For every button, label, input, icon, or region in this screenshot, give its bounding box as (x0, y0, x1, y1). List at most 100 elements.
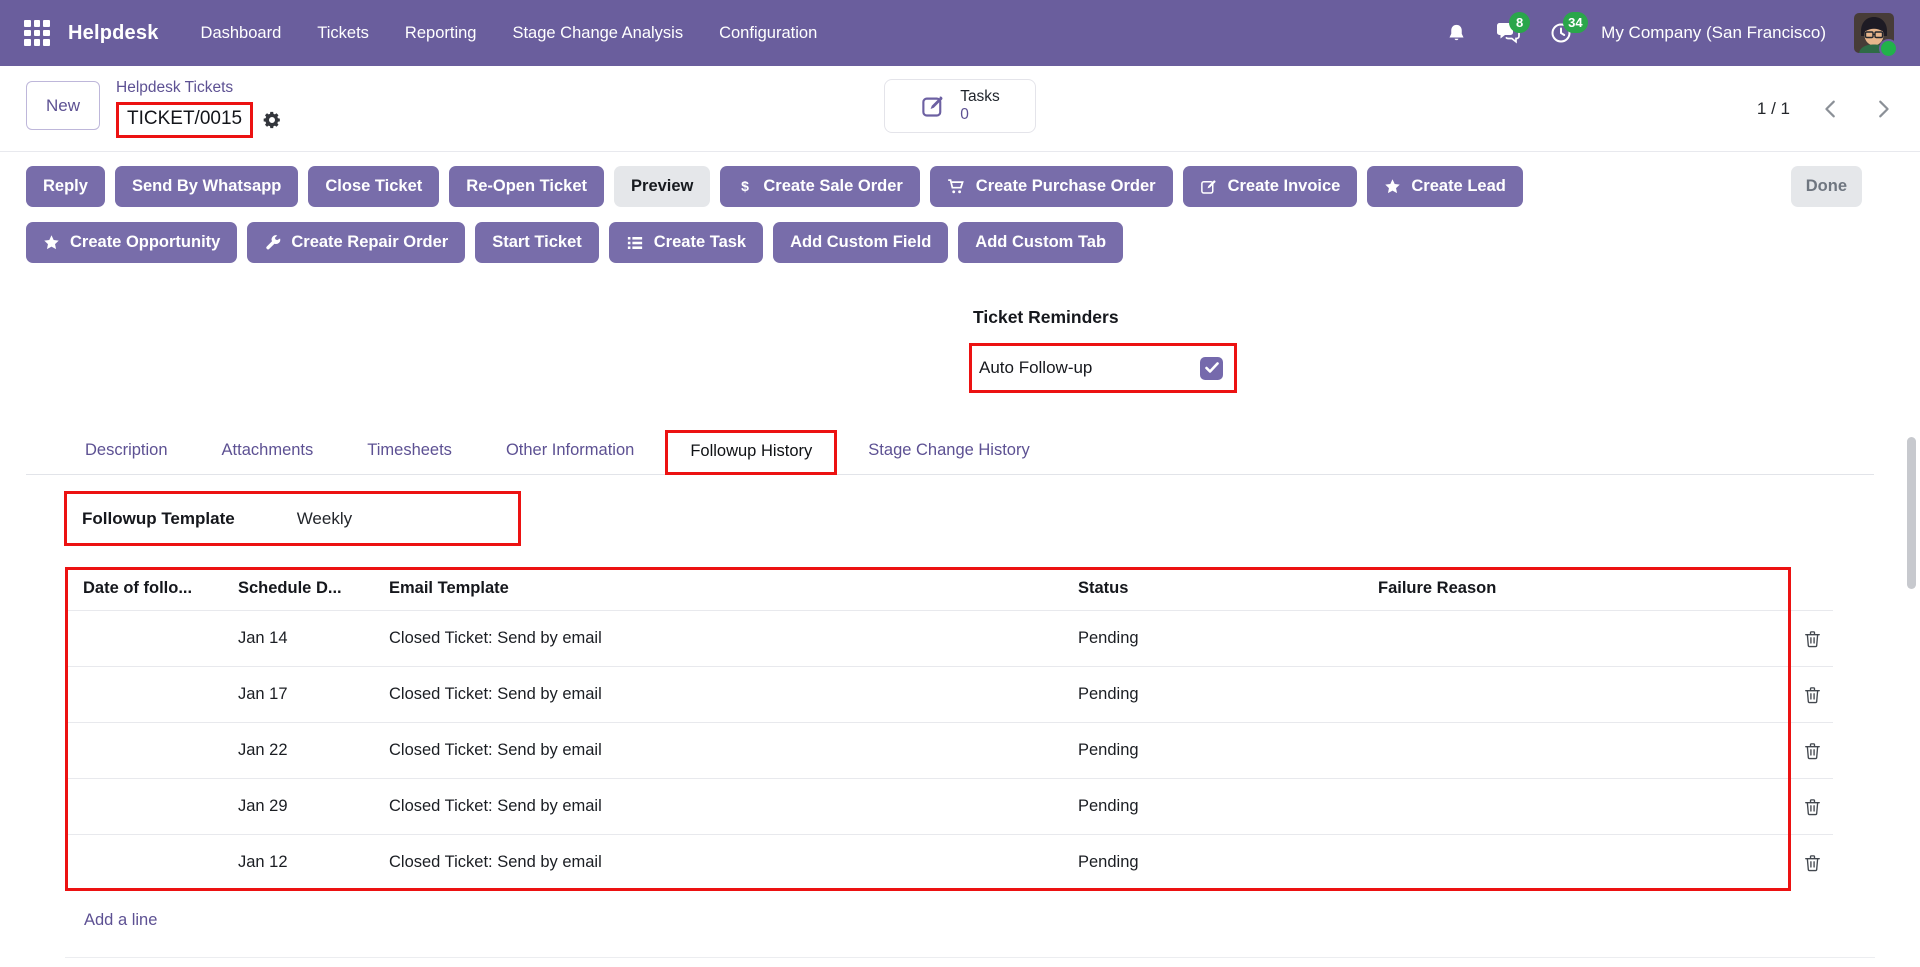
online-status-dot (1879, 39, 1898, 58)
notifications-button[interactable] (1446, 22, 1467, 45)
form-sheet: Ticket Reminders Auto Follow-up Descript… (0, 283, 1920, 965)
reply-button[interactable]: Reply (26, 166, 105, 207)
delete-row-icon[interactable] (1803, 629, 1822, 649)
header-schedule-date[interactable]: Schedule D... (238, 579, 389, 598)
company-menu[interactable]: My Company (San Francisco) (1601, 23, 1826, 43)
user-menu[interactable] (1854, 13, 1894, 53)
preview-button[interactable]: Preview (614, 166, 710, 207)
tasks-stat-button[interactable]: Tasks 0 (884, 79, 1036, 133)
ticket-reminders-title: Ticket Reminders (973, 307, 1119, 328)
header-email-template[interactable]: Email Template (389, 579, 1078, 598)
schedule-date-cell: Jan 17 (238, 685, 389, 704)
schedule-date-cell: Jan 22 (238, 741, 389, 760)
followup-row[interactable]: Jan 29 Closed Ticket: Send by email Pend… (65, 778, 1833, 834)
helpdesk-app: Helpdesk Dashboard Tickets Reporting Sta… (0, 0, 1920, 967)
bell-icon (1446, 22, 1467, 45)
description-tab[interactable]: Description (62, 431, 191, 470)
done-button[interactable]: Done (1791, 166, 1862, 207)
create-lead-button[interactable]: Create Lead (1367, 166, 1522, 207)
timesheets-tab[interactable]: Timesheets (344, 431, 475, 470)
delete-row-icon[interactable] (1803, 741, 1822, 761)
activities-button[interactable]: 34 (1549, 21, 1573, 45)
statusbar: Reply Send By Whatsapp Close Ticket Re-O… (0, 152, 1920, 283)
auto-followup-checkbox[interactable] (1200, 357, 1223, 380)
create-opportunity-button[interactable]: Create Opportunity (26, 222, 237, 263)
table-body: Jan 14 Closed Ticket: Send by email Pend… (65, 610, 1833, 890)
action-buttons-row-2: Create Opportunity Create Repair Order S… (26, 222, 1894, 263)
send-by-whatsapp-button[interactable]: Send By Whatsapp (115, 166, 298, 207)
tasks-label: Tasks (960, 88, 1000, 106)
pager-previous-icon[interactable] (1820, 98, 1842, 120)
status-cell: Pending (1078, 797, 1378, 816)
header-status[interactable]: Status (1078, 579, 1378, 598)
breadcrumb: Helpdesk Tickets TICKET/0015 (116, 76, 282, 138)
schedule-date-cell: Jan 12 (238, 853, 389, 872)
pager: 1 / 1 (1757, 66, 1894, 152)
reporting-menu-item[interactable]: Reporting (405, 24, 477, 43)
add-custom-field-button[interactable]: Add Custom Field (773, 222, 948, 263)
configuration-menu-item[interactable]: Configuration (719, 24, 817, 43)
app-title[interactable]: Helpdesk (68, 22, 159, 45)
start-ticket-button[interactable]: Start Ticket (475, 222, 599, 263)
star-icon (43, 234, 60, 251)
header-failure-reason[interactable]: Failure Reason (1378, 579, 1791, 598)
delete-row-icon[interactable] (1803, 797, 1822, 817)
create-purchase-order-button[interactable]: Create Purchase Order (930, 166, 1173, 207)
star-icon (1384, 178, 1401, 195)
other-information-tab[interactable]: Other Information (483, 431, 657, 470)
auto-followup-field: Auto Follow-up (969, 343, 1237, 393)
tasks-count: 0 (960, 106, 969, 124)
followup-template-label: Followup Template (82, 509, 235, 529)
followup-template-value[interactable]: Weekly (297, 509, 352, 529)
wrench-icon (264, 234, 281, 251)
new-button[interactable]: New (26, 81, 100, 130)
followup-row[interactable]: Jan 12 Closed Ticket: Send by email Pend… (65, 834, 1833, 890)
status-cell: Pending (1078, 629, 1378, 648)
breadcrumb-current: TICKET/0015 (116, 102, 253, 138)
create-repair-order-button[interactable]: Create Repair Order (247, 222, 465, 263)
control-panel: New Helpdesk Tickets TICKET/0015 Tasks 0… (0, 66, 1920, 152)
pager-value: 1 / 1 (1757, 99, 1790, 119)
dollar-icon: $ (737, 178, 753, 196)
re-open-ticket-button[interactable]: Re-Open Ticket (449, 166, 604, 207)
navbar-systray: 8 34 My Company (San Francisco) (1446, 13, 1894, 53)
header-date-of-followup[interactable]: Date of follo... (83, 579, 238, 598)
schedule-date-cell: Jan 14 (238, 629, 389, 648)
tickets-menu-item[interactable]: Tickets (317, 24, 369, 43)
delete-row-icon[interactable] (1803, 685, 1822, 705)
table-header-row: Date of follo... Schedule D... Email Tem… (65, 567, 1833, 610)
create-task-button[interactable]: Create Task (609, 222, 763, 263)
followup-row[interactable]: Jan 14 Closed Ticket: Send by email Pend… (65, 610, 1833, 666)
followup-history-tab[interactable]: Followup History (665, 430, 837, 475)
messages-button[interactable]: 8 (1495, 21, 1521, 45)
edit-note-icon (920, 93, 947, 120)
edit-icon (1200, 178, 1218, 196)
breadcrumb-parent-link[interactable]: Helpdesk Tickets (116, 76, 282, 100)
create-invoice-button[interactable]: Create Invoice (1183, 166, 1358, 207)
list-icon (626, 234, 644, 252)
add-custom-tab-button[interactable]: Add Custom Tab (958, 222, 1123, 263)
create-sale-order-button[interactable]: $ Create Sale Order (720, 166, 919, 207)
delete-row-icon[interactable] (1803, 853, 1822, 873)
attachments-tab[interactable]: Attachments (199, 431, 337, 470)
stage-change-analysis-menu-item[interactable]: Stage Change Analysis (512, 24, 683, 43)
action-buttons-row-1: Reply Send By Whatsapp Close Ticket Re-O… (26, 166, 1894, 207)
followup-template-field: Followup Template Weekly (64, 491, 521, 546)
email-template-cell: Closed Ticket: Send by email (389, 629, 1078, 648)
apps-menu-icon[interactable] (24, 20, 50, 46)
followup-row[interactable]: Jan 22 Closed Ticket: Send by email Pend… (65, 722, 1833, 778)
stage-change-history-tab[interactable]: Stage Change History (845, 431, 1052, 470)
dashboard-menu-item[interactable]: Dashboard (201, 24, 282, 43)
pager-next-icon[interactable] (1872, 98, 1894, 120)
email-template-cell: Closed Ticket: Send by email (389, 797, 1078, 816)
followup-history-table: Date of follo... Schedule D... Email Tem… (65, 567, 1833, 890)
gear-icon[interactable] (262, 110, 282, 130)
email-template-cell: Closed Ticket: Send by email (389, 853, 1078, 872)
followup-row[interactable]: Jan 17 Closed Ticket: Send by email Pend… (65, 666, 1833, 722)
add-a-line-link[interactable]: Add a line (84, 911, 157, 930)
vertical-scrollbar[interactable] (1907, 437, 1916, 589)
auto-followup-label: Auto Follow-up (979, 358, 1092, 378)
close-ticket-button[interactable]: Close Ticket (308, 166, 439, 207)
main-menu: Dashboard Tickets Reporting Stage Change… (201, 24, 818, 43)
check-icon (1205, 362, 1219, 374)
